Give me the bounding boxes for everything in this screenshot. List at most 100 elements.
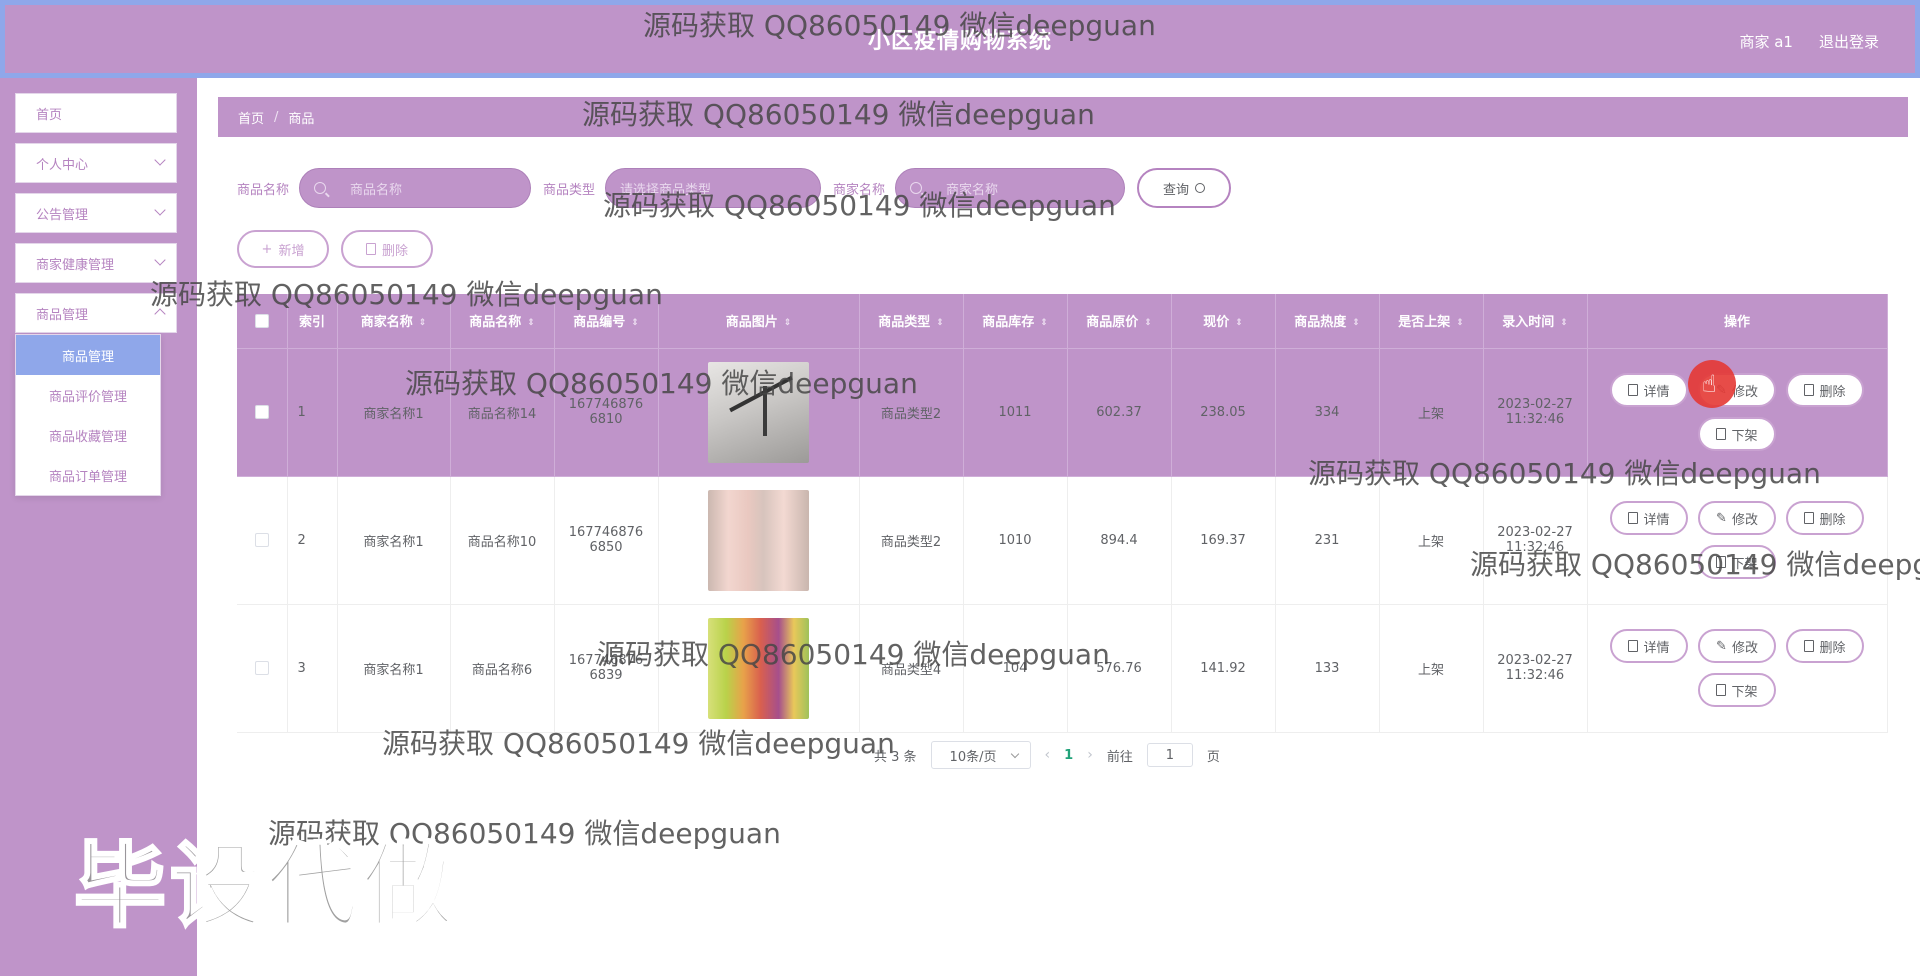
col-status[interactable]: 是否上架 ⇕ xyxy=(1379,294,1484,349)
cell-merchant: 商家名称1 xyxy=(337,604,451,733)
col-date[interactable]: 录入时间 ⇕ xyxy=(1483,294,1588,349)
sidebar-item-profile[interactable]: 个人中心 xyxy=(15,143,177,183)
detail-button[interactable]: 详情 xyxy=(1610,501,1688,535)
col-price[interactable]: 现价 ⇕ xyxy=(1171,294,1276,349)
off-label: 下架 xyxy=(1731,556,1758,572)
code-line: 167746876 xyxy=(568,397,644,412)
delete-label: 删除 xyxy=(1819,384,1846,400)
sort-icon: ⇕ xyxy=(418,317,427,328)
col-image[interactable]: 商品图片 ⇕ xyxy=(658,294,860,349)
cell-type: 商品类型2 xyxy=(859,476,964,605)
trash-icon xyxy=(365,243,376,255)
batch-delete-button[interactable]: 删除 xyxy=(341,230,433,268)
cell-index: 3 xyxy=(287,604,338,733)
document-icon xyxy=(1628,640,1639,652)
sort-icon: ⇕ xyxy=(1456,317,1464,328)
col-label: 商品类型 xyxy=(878,315,931,331)
submenu-goods-review[interactable]: 商品评价管理 xyxy=(16,375,160,415)
submenu-goods-manage[interactable]: 商品管理 xyxy=(16,335,160,375)
sidebar-item-home[interactable]: 首页 xyxy=(15,93,177,133)
table-row[interactable]: 2 商家名称1 商品名称10 167746876 6850 商品类型2 1010 … xyxy=(237,476,1888,605)
edit-label: 修改 xyxy=(1731,640,1758,656)
current-user[interactable]: 商家 a1 xyxy=(1739,31,1793,52)
detail-button[interactable]: 详情 xyxy=(1610,629,1688,663)
col-label: 商品编号 xyxy=(573,315,626,331)
breadcrumb-separator: / xyxy=(274,109,279,125)
goods-image[interactable] xyxy=(708,617,809,719)
delete-label: 删除 xyxy=(1819,512,1846,528)
breadcrumb-home[interactable]: 首页 xyxy=(238,108,264,127)
col-type[interactable]: 商品类型 ⇕ xyxy=(859,294,964,349)
pointer-cursor-icon xyxy=(1688,360,1736,408)
cell-date: 2023-02-27 11:32:46 xyxy=(1483,604,1588,733)
date-line: 2023-02-27 xyxy=(1497,525,1573,540)
col-orig-price[interactable]: 商品原价 ⇕ xyxy=(1067,294,1172,349)
merchant-name-input[interactable]: 商家名称 xyxy=(895,168,1126,208)
delete-button[interactable]: 删除 xyxy=(1786,501,1864,535)
delete-button[interactable]: 删除 xyxy=(1786,629,1864,663)
search-icon xyxy=(1195,183,1206,193)
row-checkbox[interactable] xyxy=(254,533,269,547)
off-shelf-button[interactable]: 下架 xyxy=(1698,417,1776,451)
trash-icon xyxy=(1804,384,1815,396)
breadcrumb: 首页 / 商品 xyxy=(218,97,1908,137)
goto-page-input[interactable]: 1 xyxy=(1146,743,1193,767)
sort-icon: ⇕ xyxy=(1560,317,1568,328)
document-icon xyxy=(1628,384,1639,396)
cell-index: 1 xyxy=(287,348,338,477)
col-merchant[interactable]: 商家名称 ⇕ xyxy=(337,294,451,349)
cell-image xyxy=(658,476,860,605)
cell-status: 上架 xyxy=(1379,348,1484,477)
sidebar-item-label: 商家健康管理 xyxy=(36,257,115,273)
prev-page-icon[interactable]: ‹ xyxy=(1045,747,1051,763)
add-button[interactable]: + 新增 xyxy=(237,230,329,268)
row-checkbox[interactable] xyxy=(254,661,269,675)
goods-image[interactable] xyxy=(708,489,809,591)
off-shelf-button[interactable]: 下架 xyxy=(1698,673,1776,707)
edit-button[interactable]: ✎修改 xyxy=(1698,629,1776,663)
goods-name-input[interactable]: 商品名称 xyxy=(299,168,532,208)
select-all-checkbox[interactable] xyxy=(254,313,269,328)
goto-label: 前往 xyxy=(1106,749,1133,765)
col-label: 商品原价 xyxy=(1086,315,1139,331)
cell-stock: 1010 xyxy=(963,476,1068,605)
sidebar-item-notice[interactable]: 公告管理 xyxy=(15,193,177,233)
col-name[interactable]: 商品名称 ⇕ xyxy=(450,294,555,349)
col-stock[interactable]: 商品库存 ⇕ xyxy=(963,294,1068,349)
delete-button[interactable]: 删除 xyxy=(1786,373,1864,407)
detail-button[interactable]: 详情 xyxy=(1610,373,1688,407)
goods-image[interactable] xyxy=(708,361,809,463)
table-row[interactable]: 3 商家名称1 商品名称6 167746876 6839 商品类型4 104 57… xyxy=(237,604,1888,733)
col-code[interactable]: 商品编号 ⇕ xyxy=(554,294,659,349)
page-number[interactable]: 1 xyxy=(1064,748,1073,763)
submenu-goods-favorite[interactable]: 商品收藏管理 xyxy=(16,415,160,455)
cell-code: 167746876 6810 xyxy=(554,348,659,477)
edit-button[interactable]: ✎修改 xyxy=(1698,501,1776,535)
sidebar-item-goods[interactable]: 商品管理 xyxy=(15,293,177,333)
off-label: 下架 xyxy=(1731,684,1758,700)
pagination: 共 3 条 10条/页 ‹ 1 › 前往 1 页 xyxy=(874,741,1220,769)
cell-price: 169.37 xyxy=(1171,476,1276,605)
page-size-select[interactable]: 10条/页 xyxy=(930,741,1031,769)
goods-type-select[interactable]: 请选择商品类型 xyxy=(605,168,822,208)
col-heat[interactable]: 商品热度 ⇕ xyxy=(1275,294,1380,349)
detail-label: 详情 xyxy=(1643,512,1670,528)
cell-ops: 详情 ✎修改 删除 下架 xyxy=(1587,476,1888,605)
code-line: 6810 xyxy=(589,412,623,427)
sidebar-item-label: 公告管理 xyxy=(36,207,89,223)
sidebar-item-health[interactable]: 商家健康管理 xyxy=(15,243,177,283)
edit-label: 修改 xyxy=(1731,512,1758,528)
plus-icon: + xyxy=(261,241,273,257)
next-page-icon[interactable]: › xyxy=(1087,747,1093,763)
goto-page-value: 1 xyxy=(1165,747,1174,763)
submenu-goods-order[interactable]: 商品订单管理 xyxy=(16,455,160,495)
table-row[interactable]: 1 商家名称1 商品名称14 167746876 6810 商品类型2 1011 … xyxy=(237,348,1888,477)
cell-ops: 详情 ✎修改 删除 下架 xyxy=(1587,604,1888,733)
cell-heat: 231 xyxy=(1275,476,1380,605)
row-checkbox[interactable] xyxy=(254,405,269,419)
goods-name-label: 商品名称 xyxy=(237,182,290,198)
sidebar-item-label: 首页 xyxy=(36,107,63,123)
query-button[interactable]: 查询 xyxy=(1137,168,1232,208)
logout-link[interactable]: 退出登录 xyxy=(1819,31,1879,52)
off-shelf-button[interactable]: 下架 xyxy=(1698,545,1776,579)
